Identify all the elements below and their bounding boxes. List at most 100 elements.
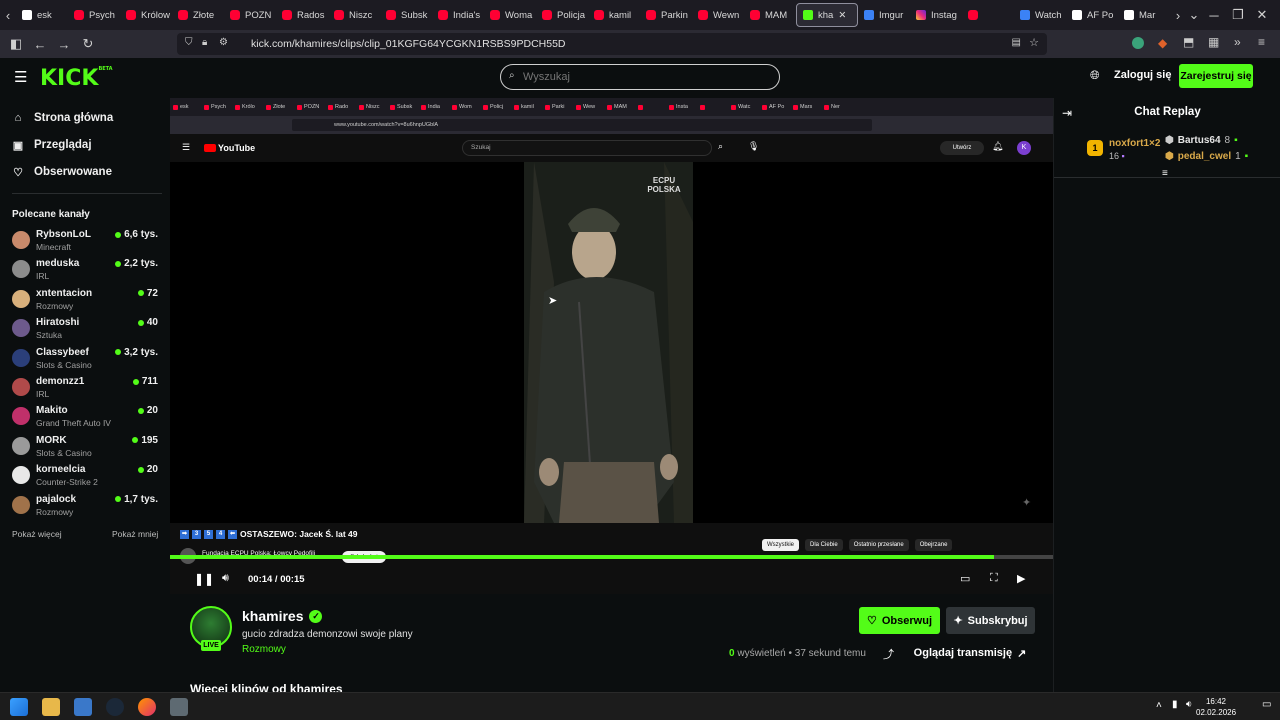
- yt-create-button: Utwórz: [940, 141, 984, 155]
- reader-view-icon[interactable]: ▤: [1012, 37, 1021, 48]
- tab-list-chevron-icon[interactable]: ⌄: [1186, 3, 1202, 27]
- reload-icon[interactable]: ↻: [76, 32, 100, 56]
- hamburger-menu-icon[interactable]: ☰: [14, 68, 27, 86]
- expand-leaderboard-icon[interactable]: ≡: [1162, 168, 1168, 179]
- channel-name-text[interactable]: khamires: [242, 608, 303, 624]
- tab-scroll-left-icon[interactable]: ‹: [0, 3, 16, 27]
- browser-tab[interactable]: Złote: [172, 0, 224, 30]
- search-input[interactable]: [523, 71, 763, 83]
- sidebar-toggle-icon[interactable]: ◧: [4, 32, 28, 56]
- permissions-icon[interactable]: ⚙: [219, 37, 228, 48]
- network-icon[interactable]: ▮: [1172, 699, 1178, 710]
- extensions-icon[interactable]: ⬒: [1183, 35, 1194, 49]
- extension-badge-icon[interactable]: ▦: [1208, 35, 1219, 49]
- file-explorer-icon[interactable]: [42, 698, 60, 716]
- computer-icon[interactable]: [74, 698, 92, 716]
- show-more-button[interactable]: Pokaż więcej: [12, 529, 62, 539]
- browser-tab[interactable]: [962, 0, 1014, 30]
- video-progress-bar[interactable]: [170, 555, 1053, 559]
- overflow-menu-icon[interactable]: »: [1234, 35, 1241, 49]
- browser-tab[interactable]: Niszc: [328, 0, 380, 30]
- channel-name[interactable]: khamires ✓: [242, 608, 323, 624]
- leader-name[interactable]: noxfort1×2: [1109, 138, 1160, 149]
- browser-tab[interactable]: Wewn: [692, 0, 744, 30]
- browser-tab[interactable]: Instag: [910, 0, 962, 30]
- close-tab-icon[interactable]: ✕: [838, 10, 846, 21]
- browser-tab[interactable]: Policja: [536, 0, 588, 30]
- back-icon[interactable]: ←: [28, 32, 52, 56]
- address-bar[interactable]: ⛉ 🔒︎ ⚙ kick.com/khamires/clips/clip_01KG…: [177, 33, 1047, 55]
- browser-tab[interactable]: MAM: [744, 0, 796, 30]
- kick-logo[interactable]: KICKBETA: [40, 66, 113, 91]
- recorded-tab: Mars: [790, 104, 821, 110]
- sidebar-nav-item[interactable]: ⌂ Strona główna: [12, 112, 114, 124]
- browser-tab[interactable]: Rados: [276, 0, 328, 30]
- miniplayer-icon[interactable]: ▶: [1017, 572, 1025, 585]
- extension-fox-icon[interactable]: ◆: [1158, 36, 1167, 50]
- channel-name: MORK: [36, 434, 67, 446]
- leaderboard-row[interactable]: ⬢ Bartus64 8 ▪: [1165, 135, 1238, 146]
- pause-icon[interactable]: ❚❚: [194, 572, 214, 586]
- browser-tab[interactable]: Królow: [120, 0, 172, 30]
- watch-stream-button[interactable]: Oglądaj transmisję ↗: [905, 641, 1035, 665]
- recommended-channel[interactable]: RybsonLoL Minecraft 6,6 tys.: [12, 229, 162, 253]
- recommended-channel[interactable]: xntentacion Rozmowy 72: [12, 288, 162, 312]
- recorded-tab-label: Królo: [242, 104, 255, 110]
- clip-category[interactable]: Rozmowy: [242, 644, 286, 655]
- share-icon[interactable]: ⤴: [883, 646, 894, 662]
- forward-icon[interactable]: →: [52, 32, 76, 56]
- browser-tab[interactable]: India's: [432, 0, 484, 30]
- browser-tab[interactable]: kha ✕: [796, 3, 858, 27]
- browser-tab[interactable]: Woma: [484, 0, 536, 30]
- browser-tab[interactable]: kamil: [588, 0, 640, 30]
- browser-tab[interactable]: Imgur: [858, 0, 910, 30]
- app-menu-icon[interactable]: ≡: [1258, 35, 1265, 49]
- browser-tab[interactable]: Psych: [68, 0, 120, 30]
- extension-shield-icon[interactable]: [1132, 37, 1144, 49]
- search-bar[interactable]: ⌕: [500, 64, 780, 90]
- browser-tab[interactable]: POZN: [224, 0, 276, 30]
- restore-window-icon[interactable]: ❐: [1226, 3, 1250, 27]
- recorded-tab-favicon-icon: [607, 104, 612, 110]
- subscribe-button[interactable]: ✦ Subskrybuj: [946, 607, 1035, 634]
- tray-chevron-icon[interactable]: ˄: [1156, 700, 1162, 711]
- video-player[interactable]: esk Psych Królo Złote POZN Rado Niszc Subsk Indi…: [170, 98, 1053, 594]
- browser-tab[interactable]: Parkin: [640, 0, 692, 30]
- sidebar-nav-item[interactable]: ♡ Obserwowane: [12, 166, 112, 179]
- recommended-channel[interactable]: Classybeef Slots & Casino 3,2 tys.: [12, 347, 162, 371]
- speaker-icon[interactable]: 🔉︎: [1186, 699, 1192, 710]
- language-globe-icon[interactable]: 🌐︎: [1090, 68, 1100, 83]
- sidebar-nav-item[interactable]: ▣ Przeglądaj: [12, 139, 92, 152]
- system-clock[interactable]: 16:42 02.02.2026: [1196, 696, 1236, 718]
- windows-start-icon[interactable]: [10, 698, 28, 716]
- channel-category: Slots & Casino: [36, 447, 92, 458]
- bookmark-star-icon[interactable]: ☆: [1029, 36, 1039, 49]
- show-less-button[interactable]: Pokaż mniej: [112, 529, 158, 539]
- close-window-icon[interactable]: ✕: [1250, 3, 1274, 27]
- signup-button[interactable]: Zarejestruj się: [1179, 64, 1253, 88]
- theater-mode-icon[interactable]: ▭: [960, 572, 970, 585]
- steam-icon[interactable]: [106, 698, 124, 716]
- browser-tab[interactable]: Watch: [1014, 0, 1066, 30]
- recommended-channel[interactable]: demonzz1 IRL 711: [12, 376, 162, 400]
- browser-tab[interactable]: esk: [16, 0, 68, 30]
- recommended-channel[interactable]: MORK Slots & Casino 195: [12, 435, 162, 459]
- fullscreen-icon[interactable]: ⛶: [990, 572, 998, 585]
- leaderboard-row[interactable]: ⬢ pedal_cwel 1 ▪: [1165, 151, 1248, 162]
- notifications-icon[interactable]: ▭: [1262, 699, 1271, 710]
- recommended-channel[interactable]: meduska IRL 2,2 tys.: [12, 258, 162, 282]
- firefox-icon[interactable]: [138, 698, 156, 716]
- recommended-channel[interactable]: Makito Grand Theft Auto IV 20: [12, 405, 162, 429]
- tab-scroll-right-icon[interactable]: ›: [1170, 3, 1186, 27]
- browser-tab[interactable]: AF Po: [1066, 0, 1118, 30]
- volume-icon[interactable]: 🔊︎: [222, 572, 229, 585]
- recommended-channel[interactable]: pajalock Rozmowy 1,7 tys.: [12, 494, 162, 518]
- login-button[interactable]: Zaloguj się: [1114, 69, 1171, 81]
- recommended-channel[interactable]: korneelcia Counter-Strike 2 20: [12, 464, 162, 488]
- recommended-channel[interactable]: Hiratoshi Sztuka 40: [12, 317, 162, 341]
- minimize-window-icon[interactable]: ─: [1202, 3, 1226, 27]
- browser-tab[interactable]: Subsk: [380, 0, 432, 30]
- follow-button[interactable]: ♡ Obserwuj: [859, 607, 940, 634]
- browser-tab[interactable]: Mar: [1118, 0, 1170, 30]
- app-icon[interactable]: [170, 698, 188, 716]
